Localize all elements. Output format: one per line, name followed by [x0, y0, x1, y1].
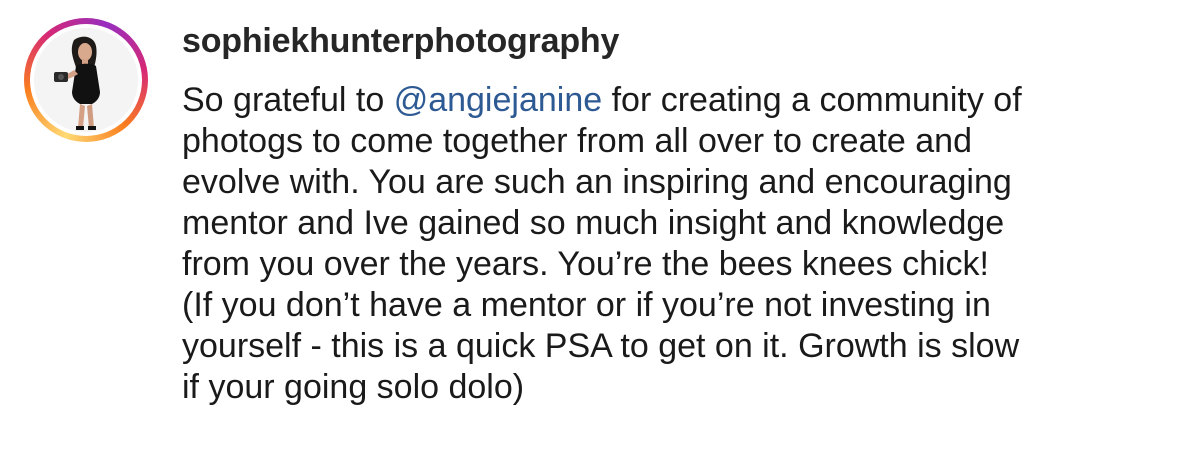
story-ring[interactable]: [24, 18, 148, 142]
profile-photo-icon: [34, 28, 138, 132]
caption-line: yourself - this is a quick PSA to get on…: [182, 327, 1020, 365]
caption-line: evolve with. You are such an inspiring a…: [182, 163, 1012, 201]
caption-text-segment: So grateful to: [182, 81, 394, 119]
mention-link[interactable]: @angiejanine: [394, 81, 602, 119]
caption-text-segment: for creating a community of: [602, 81, 1022, 119]
comment-item: sophiekhunterphotography So grateful to …: [0, 0, 1200, 453]
caption-line: if your going solo dolo): [182, 368, 525, 406]
caption-line: photogs to come together from all over t…: [182, 122, 973, 160]
avatar-gap: [30, 24, 142, 136]
caption-line: So grateful to @angiejanine for creating…: [182, 80, 1172, 121]
comment-content: sophiekhunterphotography So grateful to …: [182, 18, 1172, 408]
caption-line: mentor and Ive gained so much insight an…: [182, 204, 1005, 242]
avatar[interactable]: [34, 28, 138, 132]
caption-line: (If you don’t have a mentor or if you’re…: [182, 286, 991, 324]
caption-line: from you over the years. You’re the bees…: [182, 245, 990, 283]
username-link[interactable]: sophiekhunterphotography: [182, 18, 1172, 64]
caption-text: So grateful to @angiejanine for creating…: [182, 80, 1172, 408]
